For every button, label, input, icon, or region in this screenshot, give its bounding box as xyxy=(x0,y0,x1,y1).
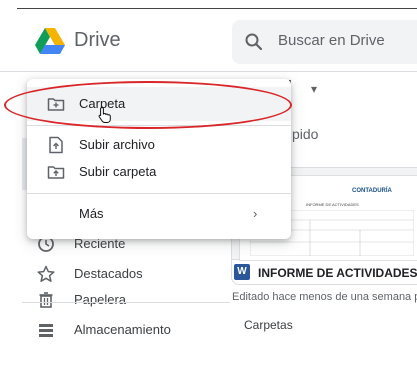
sidebar-item-storage[interactable]: Almacenamiento xyxy=(0,316,230,344)
search-input[interactable] xyxy=(278,32,417,49)
sidebar-item-trash[interactable]: Papelera xyxy=(0,286,230,314)
sidebar-item-starred[interactable]: Destacados xyxy=(0,260,230,288)
thumbnail-doc-title: INFORME DE ACTIVIDADES xyxy=(306,202,359,207)
annotation-highlight-ellipse xyxy=(4,81,292,129)
menu-item-more[interactable]: Más › xyxy=(27,197,291,231)
menu-divider xyxy=(27,193,291,194)
file-upload-icon xyxy=(49,136,63,154)
sidebar-divider xyxy=(22,302,230,303)
menu-item-label: Subir carpeta xyxy=(79,164,157,179)
star-icon xyxy=(37,265,55,282)
thumbnail-logo: CONTADURÍA xyxy=(352,188,392,194)
menu-item-upload-folder[interactable]: Subir carpeta xyxy=(27,155,291,189)
storage-icon xyxy=(39,324,53,337)
chevron-right-icon: › xyxy=(253,206,258,221)
file-name[interactable]: INFORME DE ACTIVIDADES di... xyxy=(258,266,417,280)
drive-logo-icon[interactable] xyxy=(34,28,66,54)
edited-timestamp: Editado hace menos de una semana p xyxy=(232,291,417,303)
folders-heading: Carpetas xyxy=(244,318,293,332)
title-caret-icon[interactable]: ▾ xyxy=(311,82,317,96)
quick-access-heading: pido xyxy=(292,126,319,142)
sidebar-item-label: Destacados xyxy=(74,266,143,281)
top-border-line xyxy=(17,8,417,9)
drive-brand[interactable]: Drive xyxy=(74,29,121,52)
word-file-icon: W xyxy=(234,264,250,280)
sidebar-item-label: Papelera xyxy=(74,292,127,307)
menu-item-label: Subir archivo xyxy=(79,137,155,152)
search-icon[interactable] xyxy=(244,32,264,52)
folder-upload-icon xyxy=(47,166,65,179)
menu-item-label: Más xyxy=(79,206,104,221)
trash-icon xyxy=(39,292,53,308)
sidebar-item-label: Almacenamiento xyxy=(74,322,171,337)
search-box[interactable] xyxy=(232,20,417,64)
